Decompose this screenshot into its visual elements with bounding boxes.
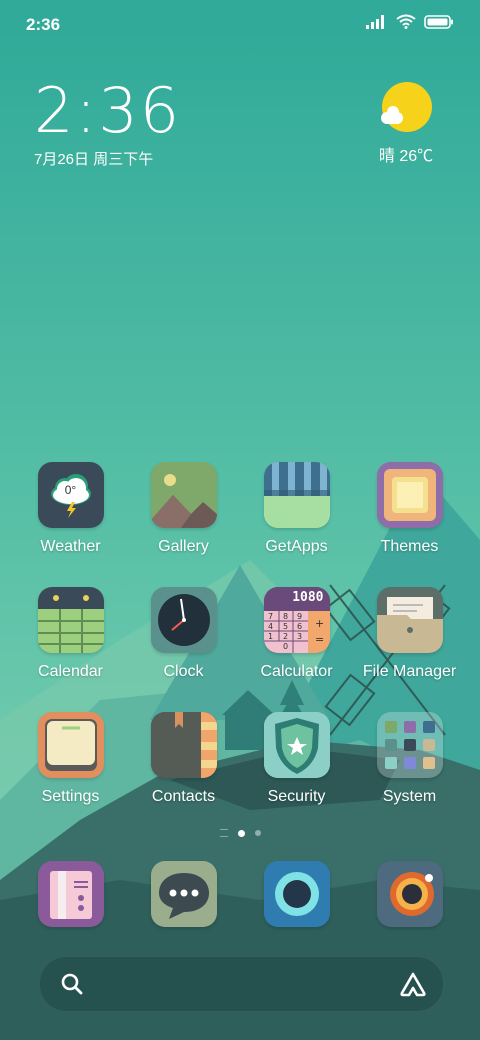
app-label: Gallery bbox=[158, 538, 209, 555]
widget-date: 7月26日 周三下午 bbox=[34, 151, 154, 168]
contacts-icon bbox=[150, 712, 217, 778]
weather-badge: 0° bbox=[64, 483, 77, 497]
app-label: Calculator bbox=[260, 663, 333, 680]
svg-text:0: 0 bbox=[283, 642, 288, 651]
app-label: Clock bbox=[163, 663, 204, 680]
svg-text:6: 6 bbox=[297, 622, 302, 631]
app-label: Security bbox=[267, 788, 326, 805]
gallery-icon bbox=[150, 462, 217, 528]
page-dot-active bbox=[237, 829, 245, 837]
svg-text:9: 9 bbox=[297, 612, 302, 621]
status-icons bbox=[366, 14, 454, 29]
dock-messages[interactable] bbox=[127, 861, 240, 927]
app-weather[interactable]: 0° Weather bbox=[14, 462, 127, 556]
app-clock[interactable]: Clock bbox=[127, 587, 240, 681]
settings-icon bbox=[37, 712, 104, 778]
svg-text:8: 8 bbox=[283, 612, 288, 621]
file-manager-icon bbox=[376, 587, 443, 653]
battery-icon bbox=[424, 14, 453, 29]
svg-text:=: = bbox=[315, 633, 324, 646]
svg-text:5: 5 bbox=[283, 622, 288, 631]
search-icon[interactable] bbox=[60, 972, 84, 996]
search-bar[interactable] bbox=[39, 956, 444, 1012]
status-time: 2:36 bbox=[26, 15, 61, 34]
app-gallery[interactable]: Gallery bbox=[127, 462, 240, 556]
dock bbox=[0, 861, 480, 927]
widget-time: 2:36 bbox=[34, 74, 182, 147]
clock-icon bbox=[150, 587, 217, 653]
messages-icon bbox=[150, 861, 217, 927]
weather-text: 晴 26℃ bbox=[378, 148, 434, 165]
app-calendar[interactable]: Calendar bbox=[14, 587, 127, 681]
app-label: File Manager bbox=[362, 663, 457, 680]
svg-text:3: 3 bbox=[297, 632, 302, 641]
app-label: Settings bbox=[41, 788, 100, 805]
app-contacts[interactable]: Contacts bbox=[127, 712, 240, 806]
status-bar: 2:36 bbox=[0, 0, 480, 50]
app-label: Weather bbox=[40, 538, 101, 555]
svg-text:4: 4 bbox=[268, 622, 273, 631]
svg-text:+: + bbox=[315, 617, 324, 630]
browser-icon bbox=[263, 861, 330, 927]
camera-icon bbox=[376, 861, 443, 927]
sun-cloud-icon bbox=[380, 82, 432, 134]
calculator-display: 1080 bbox=[292, 590, 324, 605]
dock-phone[interactable] bbox=[14, 861, 127, 927]
app-security[interactable]: Security bbox=[240, 712, 353, 806]
page-dot bbox=[254, 830, 261, 836]
svg-text:2: 2 bbox=[283, 632, 288, 641]
app-label: Contacts bbox=[151, 788, 216, 805]
svg-text:7: 7 bbox=[268, 612, 273, 621]
signal-icon bbox=[366, 14, 384, 29]
calculator-icon: 7 89 4 56 1 23 0 + = 1080 bbox=[263, 587, 330, 653]
app-system-folder[interactable]: System bbox=[353, 712, 466, 806]
app-getapps[interactable]: GetApps bbox=[240, 462, 353, 556]
app-themes[interactable]: Themes bbox=[353, 462, 466, 556]
menu-lines-icon bbox=[219, 829, 228, 837]
security-icon bbox=[263, 712, 330, 778]
weather-widget[interactable]: 晴 26℃ bbox=[366, 82, 446, 166]
phone-icon bbox=[37, 861, 104, 927]
app-file-manager[interactable]: File Manager bbox=[353, 587, 466, 681]
themes-icon bbox=[376, 462, 443, 528]
weather-icon: 0° bbox=[37, 462, 104, 528]
clock-widget[interactable]: 2:36 7月26日 周三下午 bbox=[34, 78, 181, 169]
wifi-icon bbox=[396, 14, 416, 29]
system-folder-icon bbox=[376, 712, 443, 778]
app-label: GetApps bbox=[265, 538, 328, 555]
app-label: Calendar bbox=[38, 663, 103, 680]
calendar-icon bbox=[37, 587, 104, 653]
assistant-icon[interactable] bbox=[399, 971, 427, 997]
app-calculator[interactable]: 7 89 4 56 1 23 0 + = 1080 Calculator bbox=[240, 587, 353, 681]
getapps-icon bbox=[263, 462, 330, 528]
app-settings[interactable]: Settings bbox=[14, 712, 127, 806]
app-label: System bbox=[382, 788, 437, 805]
svg-text:1: 1 bbox=[268, 632, 273, 641]
app-label: Themes bbox=[380, 538, 439, 555]
page-indicator[interactable] bbox=[0, 829, 480, 837]
dock-browser[interactable] bbox=[240, 861, 353, 927]
dock-camera[interactable] bbox=[353, 861, 466, 927]
